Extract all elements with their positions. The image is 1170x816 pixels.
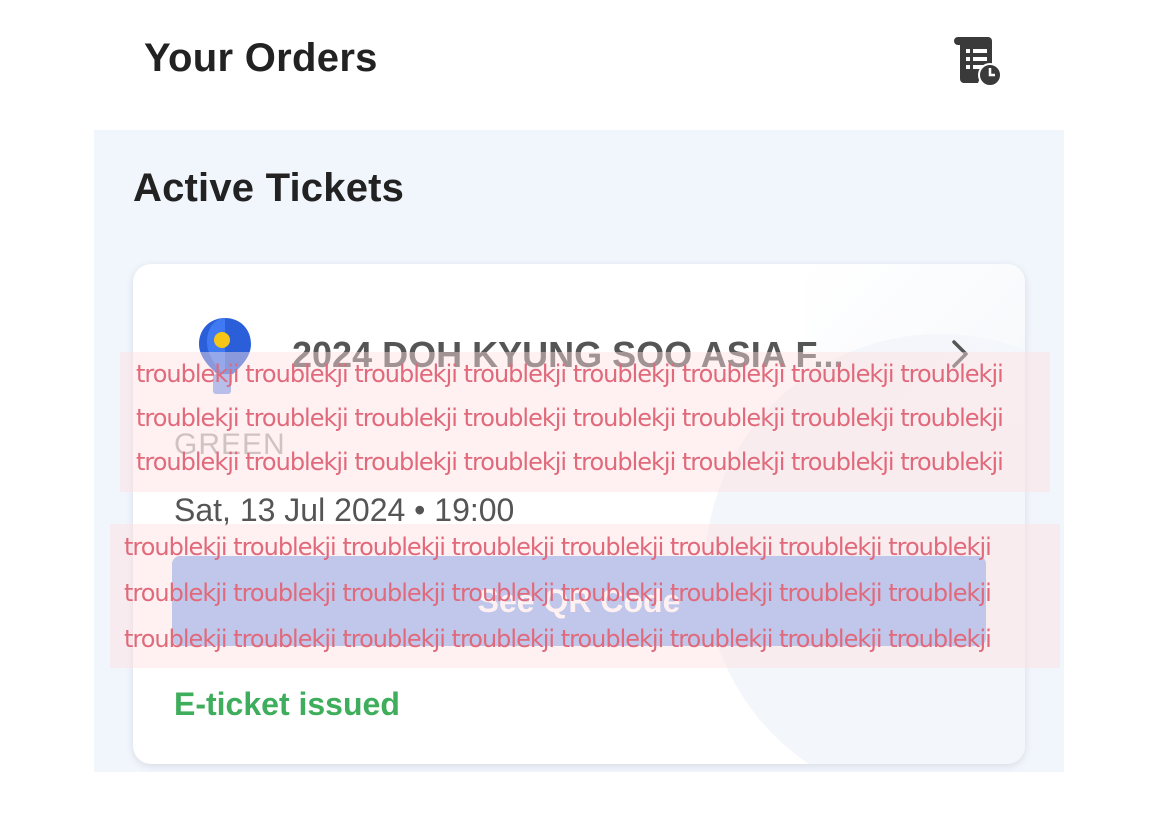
page-title: Your Orders bbox=[144, 36, 378, 80]
chevron-right-icon[interactable] bbox=[945, 336, 975, 372]
event-date: Sat, 13 Jul 2024 • 19:00 bbox=[174, 492, 515, 528]
header: Your Orders bbox=[0, 0, 1170, 128]
section-title: Active Tickets bbox=[133, 166, 405, 210]
ticket-status: E-ticket issued bbox=[174, 686, 400, 722]
map-pin-balloon-icon bbox=[195, 314, 255, 398]
seat-type: GREEN bbox=[174, 428, 286, 461]
event-name[interactable]: 2024 DOH KYUNG SOO ASIA F... bbox=[292, 334, 932, 376]
order-history-button[interactable] bbox=[948, 33, 1004, 89]
order-history-icon bbox=[954, 37, 1002, 87]
see-qr-code-button[interactable]: See QR Code bbox=[172, 556, 986, 646]
